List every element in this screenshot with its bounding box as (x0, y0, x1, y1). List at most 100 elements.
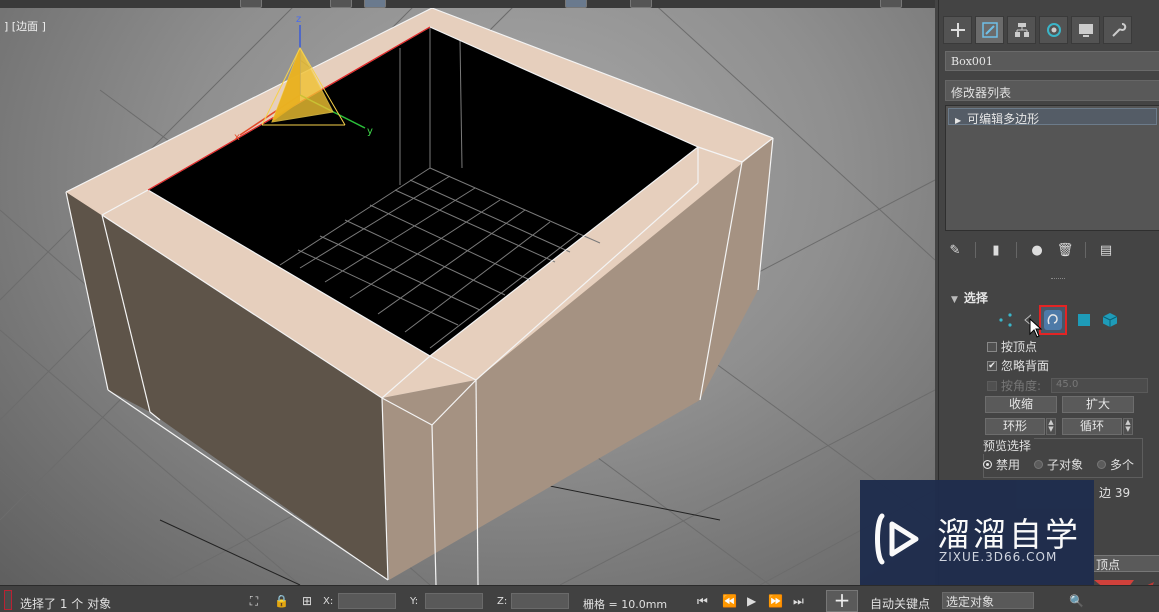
grid-size-text: 栅格 = 10.0mm (583, 598, 668, 611)
display-tab[interactable] (1071, 16, 1100, 44)
z-coord-label: Z: (497, 596, 508, 607)
preview-subobject-radio[interactable]: 子对象 (1034, 456, 1083, 473)
by-vertex-label: 按顶点 (1001, 340, 1038, 354)
mouse-cursor-icon (1029, 318, 1043, 338)
preview-selection-label: 预览选择 (983, 437, 1035, 454)
divider (1016, 242, 1017, 258)
toolbar-button[interactable] (364, 0, 386, 8)
gizmo-x-label: x (234, 132, 240, 143)
modifier-list-dropdown[interactable]: 修改器列表 (945, 80, 1159, 101)
next-frame-icon[interactable]: ⏩ (768, 594, 783, 608)
set-key-button[interactable]: + (826, 590, 858, 612)
selected-edge-count: 边 39 (1099, 486, 1131, 500)
watermark-banner: 溜溜自学 ZIXUE.3D66.COM (860, 480, 1094, 596)
selection-rollout-header[interactable]: ▼ 选择 (951, 289, 988, 306)
selection-status-text: 选择了 1 个 对象 (20, 597, 112, 611)
toolbar-button[interactable] (630, 0, 652, 8)
stack-item-editable-poly[interactable]: ▶ 可编辑多边形 (948, 108, 1157, 126)
divider (975, 242, 976, 258)
element-mode-icon[interactable] (1101, 311, 1119, 329)
play-icon[interactable]: ▶ (747, 594, 756, 608)
hierarchy-tab[interactable] (1007, 16, 1036, 44)
go-to-end-icon[interactable]: ⏭ (793, 594, 804, 609)
modifier-stack[interactable]: ▶ 可编辑多边形 (945, 105, 1159, 231)
go-to-start-icon[interactable]: ⏮ (697, 594, 708, 609)
modify-icon (981, 22, 998, 38)
viewport-label[interactable]: ] [边面 ] (4, 18, 46, 34)
ignore-backfacing-option[interactable]: ✔ 忽略背面 (987, 357, 1049, 374)
configure-modifier-sets-icon[interactable]: ▤ (1098, 242, 1114, 258)
z-coord-field[interactable] (511, 593, 569, 609)
ring-spinner[interactable]: ▲ ▼ (1046, 418, 1056, 435)
selection-title: 选择 (963, 291, 988, 305)
gizmo-y-label: y (367, 126, 373, 137)
y-coord-field[interactable] (425, 593, 483, 609)
previous-frame-icon[interactable]: ⏪ (722, 594, 737, 608)
grow-button[interactable]: 扩大 (1062, 396, 1134, 413)
preview-selection-options: 禁用 子对象 多个 (983, 456, 1134, 473)
hierarchy-icon (1014, 23, 1029, 37)
show-end-result-icon[interactable]: ▮ (988, 242, 1004, 258)
viewport-scene: z y x (0, 0, 935, 585)
watermark-title: 溜溜自学 (937, 515, 1081, 554)
watermark-url: ZIXUE.3D66.COM (939, 550, 1058, 564)
shrink-button[interactable]: 收缩 (985, 396, 1057, 413)
preview-off-radio[interactable]: 禁用 (983, 456, 1020, 473)
by-angle-checkbox[interactable] (987, 380, 997, 391)
y-coord-label: Y: (410, 596, 419, 607)
loop-spinner[interactable]: ▲ ▼ (1123, 418, 1133, 435)
watermark-logo-icon (875, 513, 919, 565)
ignore-backfacing-label: 忽略背面 (1001, 359, 1050, 373)
toolbar-button[interactable] (880, 0, 902, 8)
collapse-caret-icon: ▼ (951, 295, 958, 305)
ignore-backfacing-checkbox[interactable]: ✔ (987, 360, 997, 371)
ring-button[interactable]: 环形 (985, 418, 1045, 435)
subobject-level-icons (997, 305, 1119, 335)
utilities-icon (1111, 23, 1126, 37)
remove-modifier-icon[interactable]: 🗑 (1057, 242, 1074, 258)
status-bar: 选择了 1 个 对象 ⛶ 🔒 ⊞ X: Y: Z: 栅格 = 10.0mm ⏮ … (0, 585, 1159, 612)
panel-grip[interactable] (1051, 278, 1065, 280)
by-angle-label: 按角度: (1001, 379, 1042, 393)
by-vertex-checkbox[interactable] (987, 341, 997, 352)
plus-icon (950, 23, 965, 37)
main-toolbar-strip (0, 0, 935, 8)
by-angle-option[interactable]: 按角度: 45.0 (987, 377, 1149, 394)
x-coord-field[interactable] (338, 593, 396, 609)
command-panel-tabs (943, 16, 1132, 44)
angle-spinner[interactable]: 45.0 (1051, 378, 1149, 393)
vertex-button[interactable]: 顶点 (1092, 555, 1159, 572)
polygon-mode-icon[interactable] (1075, 311, 1093, 329)
isolate-selection-icon[interactable]: ⛶ (247, 594, 261, 608)
zoom-icon[interactable]: 🔍 (1069, 594, 1084, 608)
divider (1085, 242, 1086, 258)
key-filter-dropdown[interactable]: 选定对象 (942, 592, 1034, 609)
stack-item-label: 可编辑多边形 (967, 112, 1040, 126)
display-icon (1078, 24, 1093, 37)
toolbar-button[interactable] (330, 0, 352, 8)
modify-tab[interactable] (975, 16, 1004, 44)
loop-button[interactable]: 循环 (1062, 418, 1122, 435)
lock-selection-icon[interactable]: 🔒 (274, 594, 289, 608)
gizmo-z-label: z (296, 14, 301, 25)
toolbar-button[interactable] (240, 0, 262, 8)
motion-tab[interactable] (1039, 16, 1068, 44)
motion-icon (1046, 23, 1061, 37)
object-name-field[interactable]: Box001 (945, 51, 1159, 71)
vertex-mode-icon[interactable] (997, 311, 1015, 329)
auto-key-label[interactable]: 自动关键点 (870, 595, 930, 612)
toolbar-button[interactable] (565, 0, 587, 8)
absolute-mode-icon[interactable]: ⊞ (300, 594, 314, 608)
border-mode-icon[interactable] (1039, 305, 1067, 335)
perspective-viewport[interactable]: z y x ] [边面 ] (0, 0, 935, 585)
create-tab[interactable] (943, 16, 972, 44)
by-vertex-option[interactable]: 按顶点 (987, 338, 1037, 355)
make-unique-icon[interactable]: ● (1029, 242, 1045, 258)
preview-multi-radio[interactable]: 多个 (1097, 456, 1134, 473)
expand-triangle-icon[interactable]: ▶ (955, 116, 961, 125)
x-coord-label: X: (323, 596, 334, 607)
stack-toolbar: ✎ ▮ ● 🗑 ▤ (947, 240, 1114, 260)
maxscript-listener-mini[interactable] (4, 590, 12, 610)
utilities-tab[interactable] (1103, 16, 1132, 44)
pin-stack-icon[interactable]: ✎ (947, 242, 963, 258)
